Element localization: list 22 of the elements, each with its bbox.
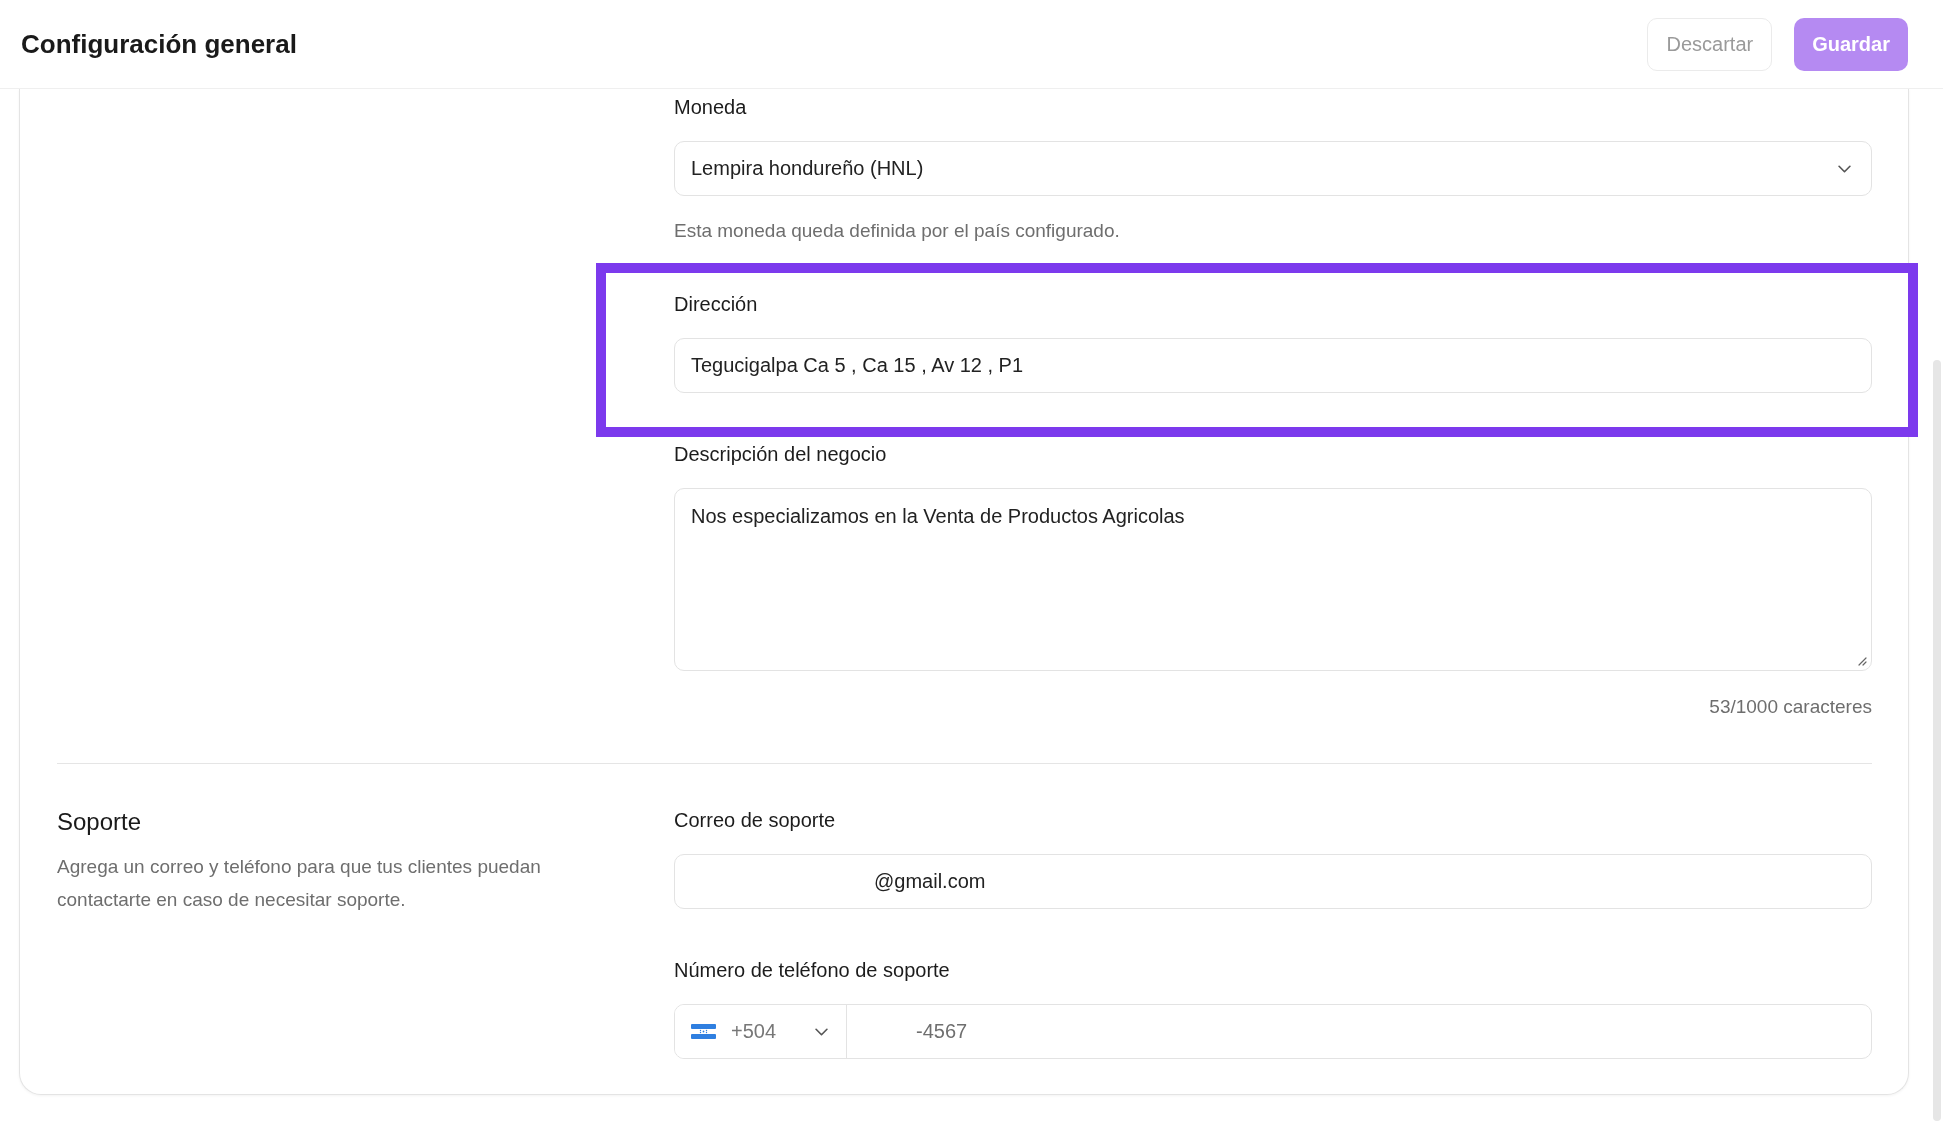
field-label: Descripción del negocio xyxy=(674,442,888,466)
country-code-select[interactable]: +504 xyxy=(675,1005,847,1058)
character-counter: 53/1000 caracteres xyxy=(1708,695,1872,719)
phone-field[interactable]: +504 -4567 xyxy=(674,1004,1872,1059)
text-input[interactable]: Tegucigalpa Ca 5 , Ca 15 , Av 12 , P1 xyxy=(674,338,1872,393)
field-label: Correo de soporte xyxy=(674,808,837,832)
description-textarea[interactable]: Nos especializamos en la Venta de Productos Agricolas xyxy=(674,488,1872,671)
scrollbar-thumb[interactable] xyxy=(1933,360,1941,1121)
page-title: Configuración general xyxy=(21,28,297,60)
section-description: Agrega un correo y teléfono para que tus clientes puedan contactarte en caso de necesitar soporte. xyxy=(57,855,542,912)
field-label: Moneda xyxy=(674,95,748,119)
flag-icon xyxy=(691,1024,716,1039)
resize-handle-icon[interactable] xyxy=(1857,656,1867,666)
section-title: Soporte xyxy=(57,808,143,836)
text-input[interactable]: @gmail.com xyxy=(674,854,1872,909)
chevron-down-icon xyxy=(815,1027,828,1036)
phone-input[interactable]: -4567 xyxy=(847,1005,1871,1058)
field-label: Dirección xyxy=(674,292,759,316)
dropdown-select[interactable]: Lempira hondureño (HNL) xyxy=(674,141,1872,196)
field-label: Número de teléfono de soporte xyxy=(674,958,951,982)
chevron-down-icon xyxy=(1838,164,1851,173)
help-text: Esta moneda queda definida por el país configurado. xyxy=(674,219,1121,243)
